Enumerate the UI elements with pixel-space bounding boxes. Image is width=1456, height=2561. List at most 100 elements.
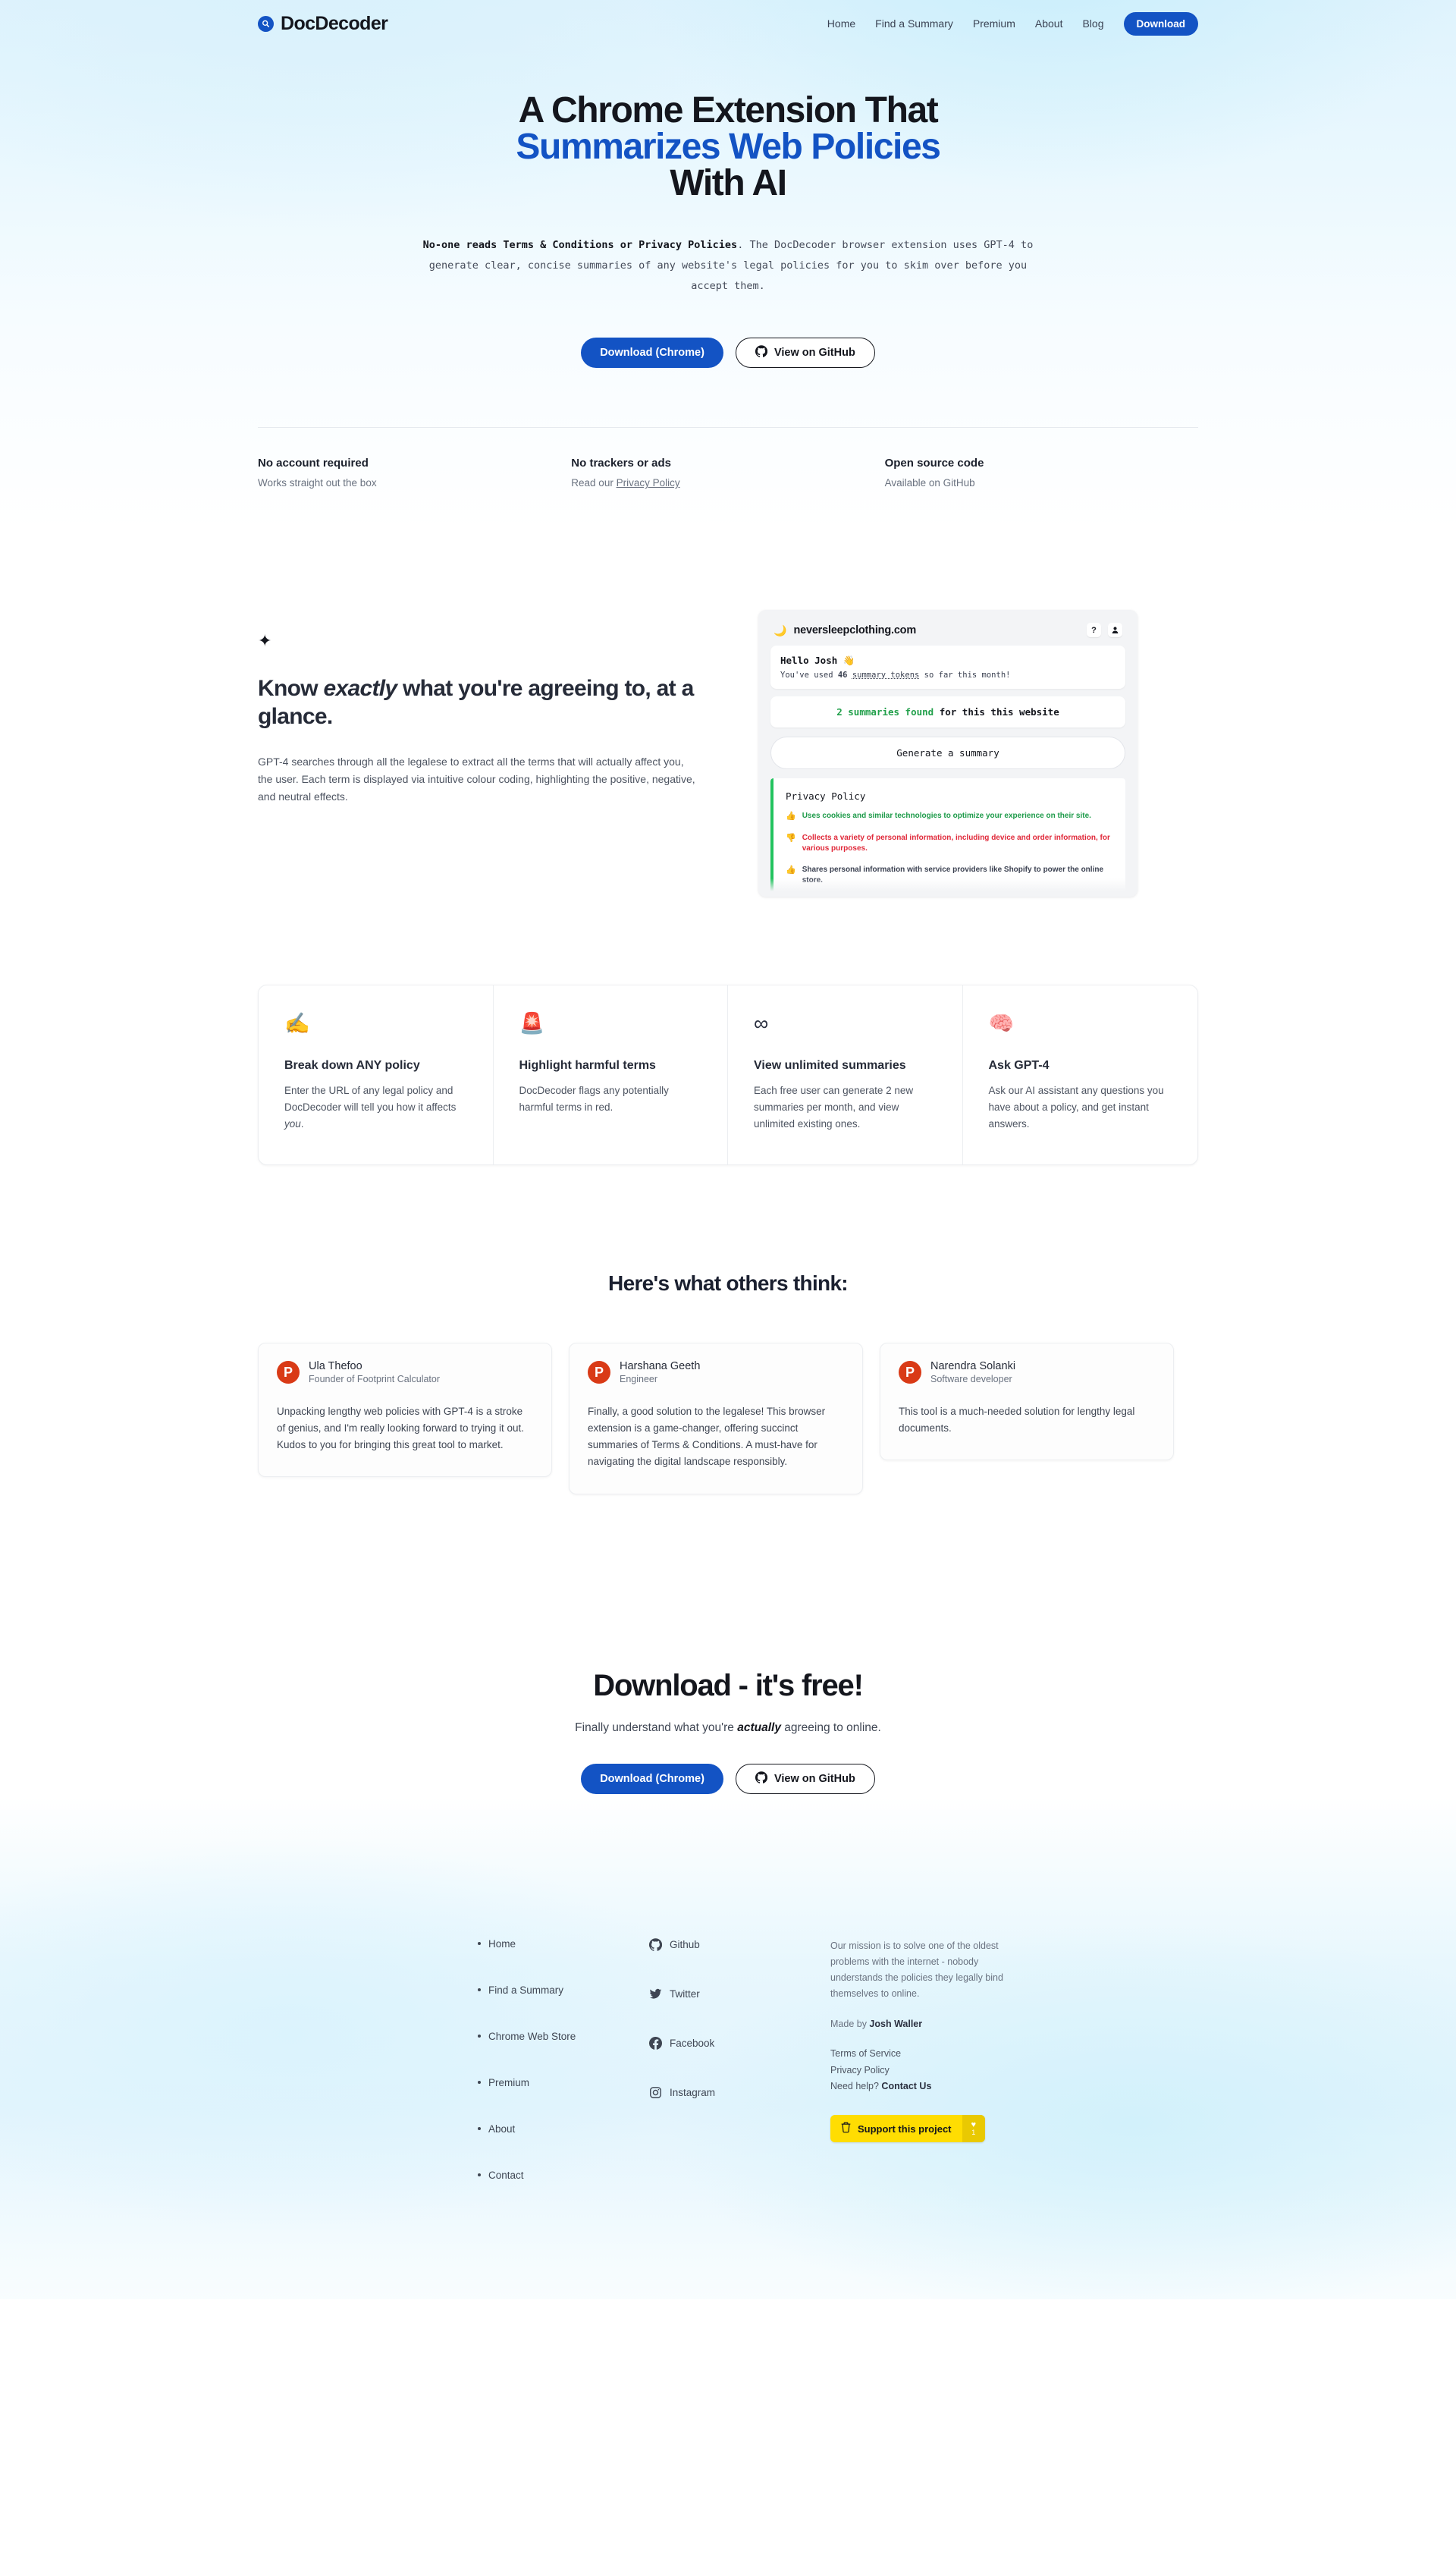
footer-mission-text: Our mission is to solve one of the oldes… [830, 1940, 1003, 1999]
know-body: GPT-4 searches through all the legalese … [258, 756, 695, 803]
nav-download-button[interactable]: Download [1123, 11, 1198, 36]
crescent-moon-icon[interactable]: 🌙 [774, 625, 786, 636]
coffee-cup-icon [841, 2122, 851, 2135]
nav-links: Home Find a Summary Premium About Blog D… [827, 11, 1198, 36]
question-mark-icon[interactable]: ? [1087, 623, 1101, 637]
mockup-domain: neversleepclothing.com [793, 624, 917, 636]
feature-card-body: Ask our AI assistant any questions you h… [988, 1085, 1164, 1130]
testimonial-body: Unpacking lengthy web policies with GPT-… [277, 1405, 524, 1451]
feature-card-break-down-any-policy: ✍️ Break down ANY policy Enter the URL o… [259, 985, 494, 1164]
footer-about-column: Our mission is to solve one of the oldes… [830, 1938, 1016, 2216]
support-this-project-button[interactable]: Support this project ♥ 1 [830, 2115, 986, 2143]
mockup-policy-title: Privacy Policy [786, 790, 866, 802]
cta-sub-emphasis: actually [737, 1720, 781, 1734]
writing-hand-emoji: ✍️ [284, 1011, 310, 1035]
extension-popup-mockup: 🌙 neversleepclothing.com ? Hello Josh 👋 … [758, 610, 1138, 897]
bullet-icon [478, 1942, 481, 1946]
badge-subtitle-text: Available on GitHub [884, 477, 975, 489]
hero-view-on-github-button[interactable]: View on GitHub [735, 338, 875, 368]
badge-title: Open source code [884, 457, 984, 470]
know-heading: Know exactly what you're agreeing to, at… [258, 675, 713, 731]
hero-subtitle-bold: No-one reads Terms & Conditions or Priva… [422, 239, 738, 251]
footer-social-column: Github Twitter Facebook Instagram [648, 1938, 830, 2216]
footer-link-chrome-web-store[interactable]: Chrome Web Store [478, 2031, 648, 2042]
support-count-badge: ♥ 1 [962, 2115, 986, 2143]
policy-term: 👍 Uses cookies and similar technologies … [786, 811, 1113, 823]
footer-link-premium[interactable]: Premium [478, 2077, 648, 2088]
trust-badges: No account required Works straight out t… [258, 428, 1198, 489]
landing-page: DocDecoder Home Find a Summary Premium A… [0, 0, 1456, 2299]
mockup-summaries-found: 2 summaries found for this this website [770, 696, 1125, 727]
footer-need-help: Need help? Contact Us [830, 2081, 931, 2091]
brand-logo[interactable]: DocDecoder [258, 13, 388, 35]
support-button-label: Support this project [858, 2123, 952, 2135]
summary-tokens-link[interactable]: summary tokens [852, 671, 920, 680]
hero-title-line2: Summarizes Web Policies [516, 127, 941, 167]
cta-view-on-github-button[interactable]: View on GitHub [735, 1763, 875, 1794]
mockup-greeting-card: Hello Josh 👋 You've used 46 summary toke… [770, 646, 1125, 689]
footer-link-label: About [488, 2123, 516, 2135]
generate-summary-button[interactable]: Generate a summary [770, 737, 1125, 769]
badge-subtitle-text: Works straight out the box [258, 477, 377, 489]
badge-subtitle: Read our Privacy Policy [571, 477, 854, 489]
footer-social-twitter[interactable]: Twitter [648, 1988, 830, 2001]
footer-link-label: Home [488, 1937, 516, 1950]
footer-link-about[interactable]: About [478, 2123, 648, 2135]
footer-link-home[interactable]: Home [478, 1938, 648, 1950]
badge-no-account-required: No account required Works straight out t… [258, 457, 571, 489]
footer-social-facebook[interactable]: Facebook [648, 2037, 830, 2050]
feature-card-body: Enter the URL of any legal policy and Do… [284, 1083, 467, 1133]
badge-subtitle: Available on GitHub [885, 477, 1168, 489]
testimonial-role: Founder of Footprint Calculator [309, 1373, 441, 1384]
mockup-policy-card: Privacy Policy 👍 Uses cookies and simila… [770, 778, 1125, 897]
footer-social-instagram[interactable]: Instagram [648, 2086, 830, 2100]
nav-item-premium[interactable]: Premium [973, 17, 1015, 30]
thumbs-up-green-icon: 👍 [786, 812, 796, 821]
footer-privacy-policy-link[interactable]: Privacy Policy [830, 2063, 1016, 2079]
mockup-tokens-text: You've used 46 summary tokens so far thi… [780, 671, 1116, 680]
mockup-header: 🌙 neversleepclothing.com ? [770, 621, 1125, 637]
footer-social-github[interactable]: Github [648, 1938, 830, 1952]
footer-link-label: Chrome Web Store [488, 2030, 576, 2042]
person-icon[interactable] [1108, 623, 1122, 637]
mockup-hello-text: Hello Josh 👋 [780, 655, 855, 666]
footer-link-contact[interactable]: Contact [478, 2170, 648, 2181]
feature-card-title: Highlight harmful terms [519, 1059, 656, 1072]
need-help-prefix: Need help? [830, 2081, 882, 2092]
nav-item-blog[interactable]: Blog [1082, 17, 1103, 30]
nav-item-home[interactable]: Home [827, 17, 855, 30]
hero-button-row: Download (Chrome) View on GitHub [0, 338, 1456, 368]
police-light-emoji: 🚨 [519, 1011, 545, 1035]
footer-link-find-a-summary[interactable]: Find a Summary [478, 1984, 648, 1996]
sparkles-icon: ✦ [258, 631, 272, 650]
thumbs-up-black-icon: 👍 [786, 865, 796, 875]
contact-us-link[interactable]: Contact Us [881, 2081, 931, 2091]
footer-link-label: Contact [488, 2169, 524, 2181]
bullet-icon [478, 2081, 481, 2085]
nav-item-find-a-summary[interactable]: Find a Summary [875, 17, 953, 30]
footer-made-by: Made by Josh Waller [830, 2019, 1016, 2029]
footer-link-label: Find a Summary [488, 1984, 564, 1996]
policy-term: 👎 Collects a variety of personal informa… [786, 833, 1113, 855]
know-heading-pre: Know [258, 676, 324, 701]
top-navigation-bar: DocDecoder Home Find a Summary Premium A… [0, 0, 1456, 47]
policy-term: 👍 Shares personal information with servi… [786, 865, 1113, 887]
github-icon [755, 345, 768, 360]
badge-subtitle-text: Read our [571, 477, 617, 489]
footer-social-label: Twitter [670, 1988, 700, 2000]
cta-download-chrome-button[interactable]: Download (Chrome) [581, 1763, 723, 1794]
nav-item-about[interactable]: About [1035, 17, 1063, 30]
bullet-icon [478, 1988, 481, 1992]
privacy-policy-link[interactable]: Privacy Policy [617, 477, 680, 489]
footer-terms-of-service-link[interactable]: Terms of Service [830, 2046, 1016, 2063]
feature-card-highlight-harmful-terms: 🚨 Highlight harmful terms DocDecoder fla… [494, 985, 728, 1164]
hero-download-chrome-button[interactable]: Download (Chrome) [581, 338, 723, 368]
testimonial-name: Narendra Solanki [930, 1359, 1016, 1372]
testimonial-name: Ula Thefoo [309, 1359, 362, 1372]
support-button-main: Support this project [830, 2115, 962, 2142]
footer-social-label: Github [670, 1939, 700, 1951]
feature-card-view-unlimited-summaries: ∞ View unlimited summaries Each free use… [728, 985, 963, 1164]
badge-title: No account required [258, 457, 369, 470]
policy-term-text: Uses cookies and similar technologies to… [802, 812, 1091, 820]
infinity-symbol: ∞ [754, 1011, 769, 1035]
